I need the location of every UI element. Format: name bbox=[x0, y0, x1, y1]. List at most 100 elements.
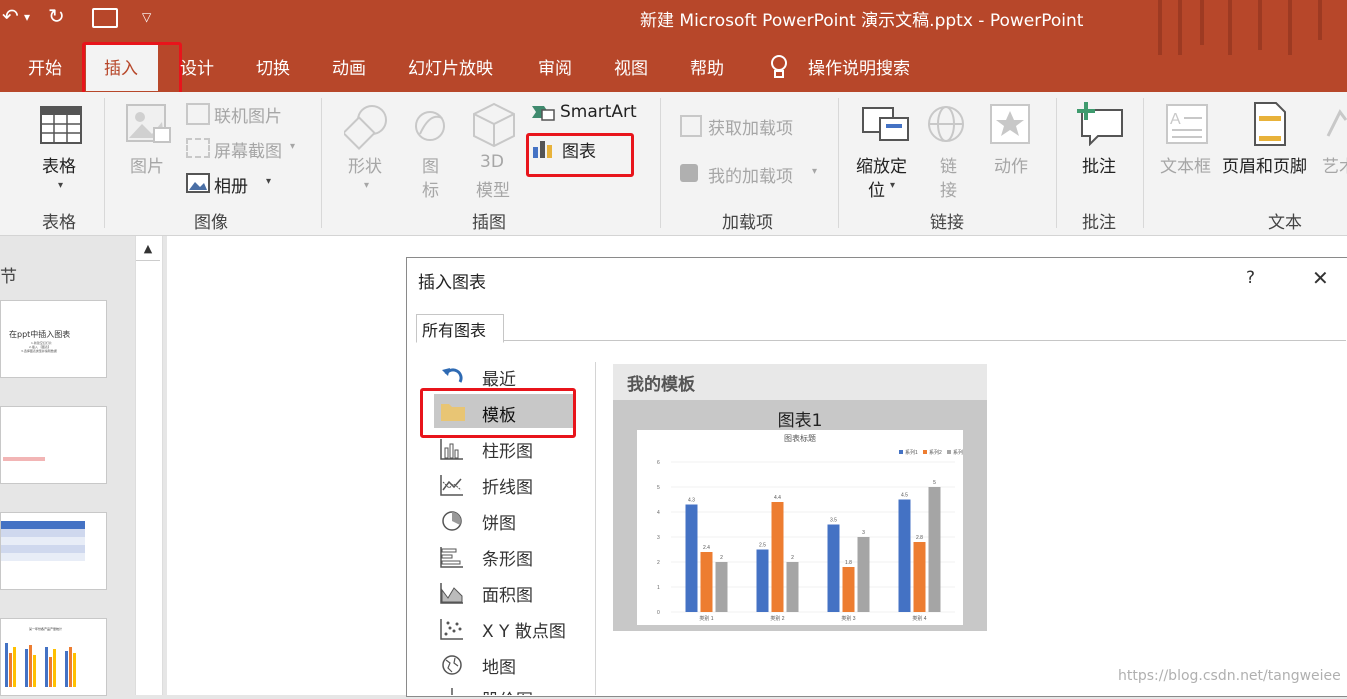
header-footer-button[interactable]: 页眉和页脚 bbox=[1222, 152, 1307, 177]
slide-thumbnail-3[interactable] bbox=[0, 512, 107, 590]
header-footer-icon bbox=[1254, 102, 1286, 146]
category-recent[interactable]: 最近 bbox=[482, 365, 516, 390]
undo-icon[interactable]: ↶ bbox=[2, 4, 19, 28]
category-bar[interactable]: 条形图 bbox=[482, 545, 533, 570]
bar-chart-icon bbox=[440, 547, 463, 568]
shapes-button[interactable]: 形状 bbox=[348, 152, 382, 177]
data-label: 3.5 bbox=[830, 518, 837, 524]
get-addins-icon bbox=[680, 115, 702, 137]
slide2-content-bar bbox=[3, 457, 45, 461]
slide-thumbnail-2[interactable] bbox=[0, 406, 107, 484]
customize-qat-icon[interactable]: ▽ bbox=[142, 10, 151, 24]
bar bbox=[857, 537, 870, 612]
tab-design[interactable]: 设计 bbox=[180, 54, 214, 79]
category-pie[interactable]: 饼图 bbox=[482, 509, 516, 534]
data-label: 4.5 bbox=[901, 493, 908, 499]
table-button[interactable]: 表格 bbox=[42, 152, 76, 177]
help-button[interactable]: ? bbox=[1246, 268, 1255, 288]
category-area[interactable]: 面积图 bbox=[482, 581, 533, 606]
group-separator bbox=[104, 98, 105, 228]
slide-thumbnail-4[interactable]: 某一年份各产品产量统计 bbox=[0, 618, 107, 696]
data-label: 5 bbox=[933, 480, 936, 486]
tab-slideshow[interactable]: 幻灯片放映 bbox=[408, 54, 493, 79]
data-label: 4.3 bbox=[688, 498, 695, 504]
tab-all-charts[interactable]: 所有图表 bbox=[416, 314, 504, 343]
get-addins-button[interactable]: 获取加载项 bbox=[708, 114, 793, 139]
link-button-line2[interactable]: 接 bbox=[940, 176, 957, 201]
highlight-insert-tab bbox=[82, 42, 182, 97]
category-xy-scatter[interactable]: X Y 散点图 bbox=[482, 617, 566, 642]
tell-me-search[interactable]: 操作说明搜索 bbox=[808, 54, 910, 79]
slide1-title: 在ppt中插入图表 bbox=[9, 330, 71, 339]
zoom-button-line2[interactable]: 位 bbox=[868, 176, 885, 201]
pie-chart-icon bbox=[442, 511, 462, 531]
template-card[interactable]: 图表1 图表标题系列1 系列2 系列3 0 1 2 3 4 5 6 4.3 2.4 2 类别 1 2.5 4.… bbox=[613, 400, 987, 631]
shapes-icon bbox=[344, 105, 387, 150]
online-picture-button[interactable]: 联机图片 bbox=[214, 102, 282, 127]
tab-help[interactable]: 帮助 bbox=[690, 54, 724, 79]
category-column[interactable]: 柱形图 bbox=[482, 437, 533, 462]
svg-text:A: A bbox=[1170, 111, 1181, 128]
screenshot-dropdown-icon[interactable]: ▾ bbox=[290, 141, 295, 152]
tab-home[interactable]: 开始 bbox=[28, 54, 62, 79]
tab-animations[interactable]: 动画 bbox=[332, 54, 366, 79]
scroll-up-icon[interactable]: ▲ bbox=[136, 238, 160, 261]
bar bbox=[756, 549, 769, 612]
x-tick-label: 类别 1 bbox=[699, 615, 713, 622]
zoom-dropdown-icon[interactable]: ▾ bbox=[890, 180, 895, 191]
tab-transitions[interactable]: 切换 bbox=[256, 54, 290, 79]
highlight-chart-button bbox=[526, 133, 634, 177]
comment-button[interactable]: 批注 bbox=[1082, 152, 1116, 177]
group-label-text: 文本 bbox=[1268, 213, 1302, 233]
category-map[interactable]: 地图 bbox=[482, 653, 516, 678]
title-bar-decoration bbox=[1158, 0, 1322, 55]
bar bbox=[913, 542, 926, 612]
my-addins-button[interactable]: 我的加载项 bbox=[708, 162, 793, 187]
picture-button[interactable]: 图片 bbox=[130, 152, 164, 177]
section-label[interactable]: 节 bbox=[0, 262, 17, 287]
close-button[interactable]: ✕ bbox=[1312, 266, 1329, 290]
slide-panel-scrollbar[interactable] bbox=[135, 236, 163, 695]
textbox-button[interactable]: 文本框 bbox=[1160, 152, 1211, 177]
data-label: 2.5 bbox=[759, 543, 766, 549]
3d-model-icon bbox=[473, 102, 515, 148]
template-name: 图表1 bbox=[777, 411, 823, 431]
tab-review[interactable]: 审阅 bbox=[538, 54, 572, 79]
group-label-comments: 批注 bbox=[1082, 213, 1116, 233]
3d-model-line2[interactable]: 模型 bbox=[476, 176, 510, 201]
link-button-line1[interactable]: 链 bbox=[940, 152, 957, 177]
shapes-dropdown-icon[interactable]: ▾ bbox=[364, 180, 369, 191]
album-dropdown-icon[interactable]: ▾ bbox=[266, 176, 271, 187]
picture-icon bbox=[126, 104, 171, 143]
slide3-table-graphic bbox=[1, 521, 85, 561]
slideshow-from-start-icon[interactable] bbox=[92, 8, 118, 28]
redo-icon[interactable]: ↻ bbox=[48, 4, 65, 28]
category-stock[interactable]: 股价图 bbox=[482, 686, 533, 695]
my-addins-dropdown-icon[interactable]: ▾ bbox=[812, 166, 817, 177]
icons-button-line1[interactable]: 图 bbox=[422, 152, 439, 177]
wordart-button[interactable]: 艺术 bbox=[1322, 152, 1347, 177]
group-label-illustrations: 插图 bbox=[472, 213, 506, 233]
undo-dropdown-icon[interactable]: ▾ bbox=[24, 10, 30, 24]
template-chart-preview: 图表标题系列1 系列2 系列3 0 1 2 3 4 5 6 4.3 2.4 2 类别 1 2.5 4.4 2 类别… bbox=[637, 430, 963, 625]
window-title: 新建 Microsoft PowerPoint 演示文稿.pptx - Powe… bbox=[640, 11, 1084, 31]
screenshot-button[interactable]: 屏幕截图 bbox=[214, 137, 282, 162]
tab-view[interactable]: 视图 bbox=[614, 54, 648, 79]
action-icon bbox=[990, 104, 1030, 144]
line-chart-icon bbox=[440, 475, 463, 496]
group-separator bbox=[838, 98, 839, 228]
data-label: 3 bbox=[862, 530, 865, 536]
recent-icon bbox=[442, 368, 463, 383]
data-label: 4.4 bbox=[774, 495, 781, 501]
category-line[interactable]: 折线图 bbox=[482, 473, 533, 498]
slide4-title: 某一年份各产品产量统计 bbox=[29, 627, 63, 631]
zoom-button-line1[interactable]: 缩放定 bbox=[856, 152, 907, 177]
bar bbox=[786, 562, 799, 612]
action-button[interactable]: 动作 bbox=[994, 152, 1028, 177]
3d-model-line1[interactable]: 3D bbox=[480, 152, 504, 172]
table-dropdown-icon[interactable]: ▾ bbox=[58, 180, 63, 191]
smartart-button[interactable]: SmartArt bbox=[560, 102, 637, 122]
slide-thumbnail-1[interactable]: 在ppt中插入图表 1.新建空幻灯片 2.插入 【图表】 3.选择图表类型并编辑… bbox=[0, 300, 107, 378]
icons-button-line2[interactable]: 标 bbox=[422, 176, 439, 201]
album-button[interactable]: 相册 bbox=[214, 172, 248, 197]
